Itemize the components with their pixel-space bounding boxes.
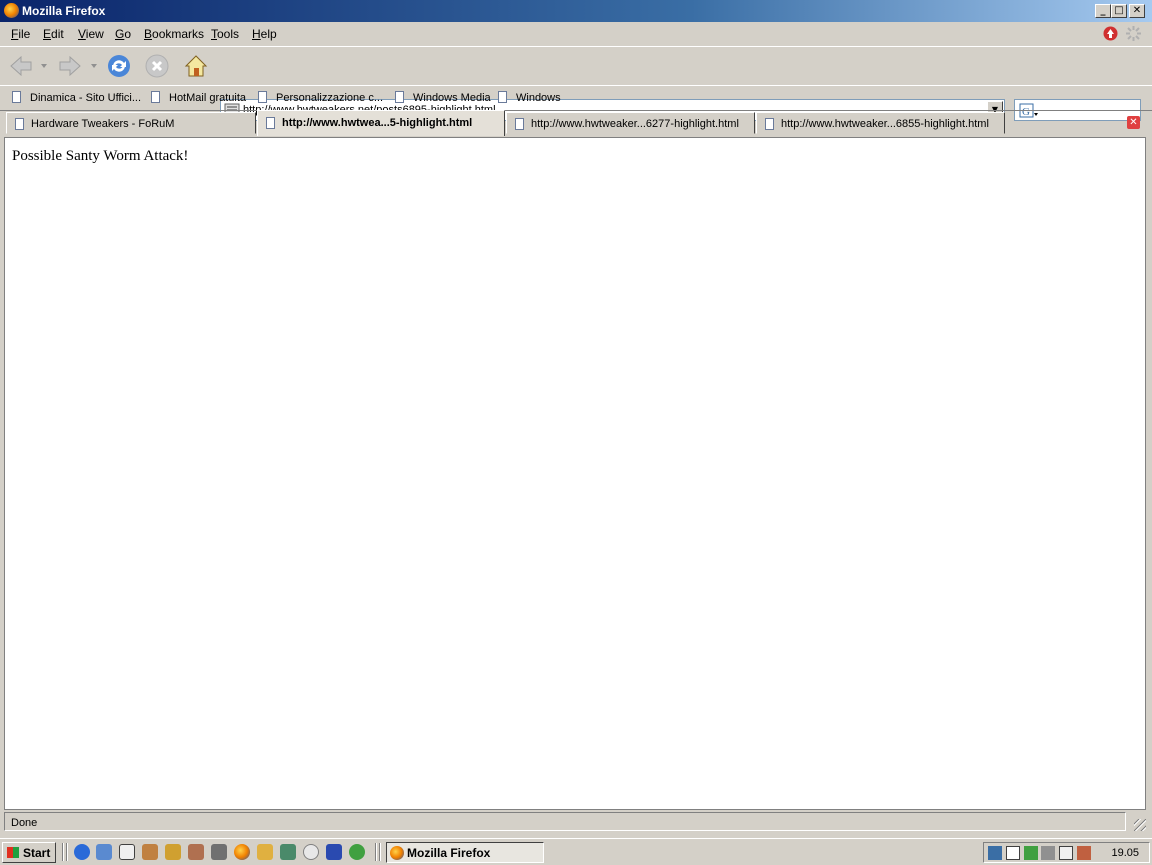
firefox-icon [4, 3, 19, 18]
tab-posts6855[interactable]: http://www.hwtweaker...6855-highlight.ht… [756, 112, 1005, 134]
start-button[interactable]: Start [2, 842, 56, 863]
menu-go[interactable]: Go [115, 27, 131, 41]
page-text: Possible Santy Worm Attack! [12, 148, 189, 164]
taskbar-separator [66, 843, 68, 861]
forward-history-dropdown-icon[interactable] [90, 63, 98, 69]
page-icon [258, 91, 267, 103]
menu-tools[interactable]: Tools [211, 27, 239, 41]
tray-app-icon[interactable] [1059, 846, 1073, 860]
page-icon [12, 91, 21, 103]
windows-logo-icon [7, 847, 19, 858]
title-bar[interactable]: Mozilla Firefox _ □ ✕ [0, 0, 1152, 22]
status-text: Done [11, 817, 38, 829]
minimize-button[interactable]: _ [1095, 4, 1111, 18]
page-icon [765, 118, 774, 130]
throbber-icon [1126, 26, 1141, 41]
cd-player-icon[interactable] [303, 844, 319, 860]
calendar-tray-icon[interactable] [1006, 846, 1020, 860]
page-icon [151, 91, 160, 103]
system-tray: 19.05 [983, 842, 1150, 863]
menu-bookmarks[interactable]: Bookmarks [144, 27, 204, 41]
navigation-toolbar: ▼ G [0, 46, 1152, 121]
bookmark-item[interactable]: HotMail gratuita [151, 91, 246, 104]
bookmark-item[interactable]: Personalizzazione c... [258, 91, 383, 104]
page-icon [515, 118, 524, 130]
tab-bar: Hardware Tweakers - FoRuM http://www.hwt… [0, 110, 1152, 138]
reload-button[interactable] [106, 53, 132, 79]
page-icon [498, 91, 507, 103]
quicklaunch-app-icon[interactable] [165, 844, 181, 860]
resize-grip-icon[interactable] [1134, 819, 1146, 831]
show-desktop-icon[interactable] [96, 844, 112, 860]
page-icon [15, 118, 24, 130]
taskbar-separator [62, 843, 64, 861]
tab-hardware-tweakers[interactable]: Hardware Tweakers - FoRuM [6, 112, 256, 134]
taskbar-separator [375, 843, 377, 861]
forward-button[interactable] [57, 53, 83, 79]
back-button[interactable] [8, 53, 34, 79]
menu-bar: File Edit View Go Bookmarks Tools Help [0, 22, 1152, 44]
bookmark-item[interactable]: Windows [498, 91, 561, 104]
quicklaunch-app-icon[interactable] [280, 844, 296, 860]
home-button[interactable] [183, 53, 209, 79]
network-tray-icon[interactable] [988, 846, 1002, 860]
window-title: Mozilla Firefox [22, 4, 106, 18]
status-bar: Done [4, 811, 1148, 833]
bookmarks-toolbar: Dinamica - Sito Uffici... HotMail gratui… [0, 85, 1152, 111]
messenger-icon[interactable] [349, 844, 365, 860]
windows-taskbar: Start Mozilla Firefox 19.05 [0, 838, 1152, 865]
close-window-button[interactable]: ✕ [1129, 4, 1145, 18]
clock[interactable]: 19.05 [1111, 847, 1139, 859]
page-icon [266, 117, 275, 129]
page-icon [395, 91, 404, 103]
status-panel: Done [4, 812, 1126, 831]
quicklaunch-app-icon[interactable] [326, 844, 342, 860]
menu-view[interactable]: View [78, 27, 104, 41]
quicklaunch-app-icon[interactable] [142, 844, 158, 860]
update-alert-icon[interactable] [1103, 26, 1118, 41]
taskbar-window-firefox[interactable]: Mozilla Firefox [386, 842, 544, 863]
menu-help[interactable]: Help [252, 27, 277, 41]
maximize-button[interactable]: □ [1111, 4, 1127, 18]
menu-file[interactable]: File [11, 27, 30, 41]
internet-explorer-icon[interactable] [74, 844, 90, 860]
firefox-quicklaunch-icon[interactable] [234, 844, 250, 860]
menu-edit[interactable]: Edit [43, 27, 64, 41]
volume-icon[interactable] [1041, 846, 1055, 860]
bookmark-item[interactable]: Dinamica - Sito Uffici... [12, 91, 141, 104]
page-content: Possible Santy Worm Attack! [4, 137, 1146, 810]
tray-app-icon[interactable] [1077, 846, 1091, 860]
bookmark-item[interactable]: Windows Media [395, 91, 491, 104]
quicklaunch-app-icon[interactable] [257, 844, 273, 860]
close-tab-icon[interactable]: ✕ [1127, 116, 1140, 129]
back-history-dropdown-icon[interactable] [40, 63, 48, 69]
firefox-icon [390, 846, 404, 860]
tab-posts6895[interactable]: http://www.hwtwea...5-highlight.html [257, 110, 505, 136]
tray-app-icon[interactable] [1024, 846, 1038, 860]
tab-posts6277[interactable]: http://www.hwtweaker...6277-highlight.ht… [506, 112, 755, 134]
quicklaunch-app-icon[interactable] [188, 844, 204, 860]
quicklaunch-app-icon[interactable] [211, 844, 227, 860]
notepad-icon[interactable] [119, 844, 135, 860]
taskbar-separator [379, 843, 381, 861]
stop-button[interactable] [144, 53, 170, 79]
